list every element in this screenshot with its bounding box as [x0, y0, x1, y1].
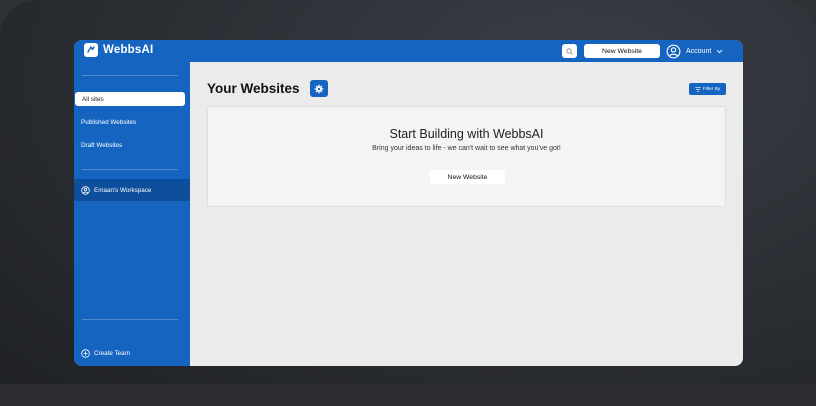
sidebar-item-all-sites[interactable]: All sites: [75, 92, 185, 106]
sidebar-item-published-websites[interactable]: Published Websites: [74, 115, 184, 129]
sidebar-divider: [82, 319, 178, 320]
top-bar: WebbsAI New Website Account: [74, 40, 743, 62]
webbsai-logo-icon: [84, 43, 98, 57]
empty-state-title: Start Building with WebbsAI: [389, 127, 544, 141]
account-menu[interactable]: Account: [666, 42, 723, 60]
create-team-button[interactable]: Create Team: [81, 349, 130, 358]
brand-logo[interactable]: WebbsAI: [84, 43, 153, 57]
account-label: Account: [686, 47, 712, 55]
filter-label: Filter By: [702, 86, 721, 92]
frame-bottom-band: [0, 384, 816, 406]
workspace-label: Emaan's Workspace: [94, 186, 152, 194]
empty-state-subtitle: Bring your ideas to life - we can't wait…: [372, 145, 561, 152]
empty-state-new-website-button[interactable]: New Website: [430, 170, 505, 184]
sidebar-divider: [82, 169, 178, 170]
page-title: Your Websites: [207, 81, 300, 96]
device-frame: WebbsAI New Website Account All sites Pu…: [0, 0, 816, 406]
search-button[interactable]: [562, 44, 577, 58]
user-circle-icon: [81, 185, 90, 195]
create-team-label: Create Team: [94, 350, 130, 357]
user-circle-icon: [666, 44, 681, 58]
plus-circle-icon: [81, 349, 90, 358]
settings-button[interactable]: [310, 80, 328, 97]
chevron-down-icon: [717, 49, 723, 53]
brand-name: WebbsAI: [103, 44, 154, 56]
gear-icon: [314, 84, 324, 93]
app-window: WebbsAI New Website Account All sites Pu…: [74, 40, 743, 366]
filter-by-button[interactable]: Filter By: [689, 83, 726, 95]
filter-icon: [695, 86, 701, 92]
sidebar: All sites Published Websites Draft Websi…: [74, 62, 190, 366]
search-icon: [566, 47, 573, 55]
empty-state-card: Start Building with WebbsAI Bring your i…: [207, 106, 726, 207]
workspace-item[interactable]: Emaan's Workspace: [74, 179, 190, 201]
sidebar-divider: [82, 75, 178, 76]
new-website-button[interactable]: New Website: [584, 44, 660, 58]
sidebar-item-draft-websites[interactable]: Draft Websites: [74, 138, 184, 152]
